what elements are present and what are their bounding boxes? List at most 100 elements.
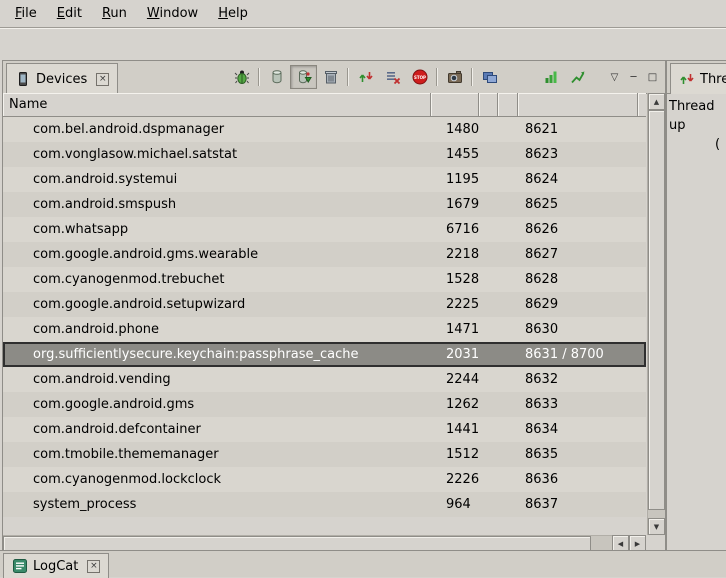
process-name-cell: com.android.smspush [3, 197, 431, 212]
port-cell: 8629 [518, 297, 638, 312]
tab-logcat-label: LogCat [33, 559, 78, 574]
process-name-cell: com.android.phone [3, 322, 431, 337]
view-menu-button[interactable]: ▽ [605, 67, 624, 87]
chevron-down-icon: ▽ [611, 72, 619, 83]
update-threads-button[interactable] [352, 65, 379, 89]
menu-edit[interactable]: Edit [48, 3, 91, 24]
table-row[interactable]: com.google.android.gms 12623 8633 [3, 392, 646, 417]
stop-process-icon: STOP [412, 69, 428, 85]
pid-cell: 1195 [431, 172, 479, 187]
method-profiling-button[interactable] [379, 65, 406, 89]
process-name-cell: com.cyanogenmod.trebuchet [3, 272, 431, 287]
menu-help[interactable]: Help [209, 3, 257, 24]
toolbar-separator [436, 68, 438, 86]
pid-cell: 12623 [431, 397, 479, 412]
pid-cell: 1480 [431, 122, 479, 137]
tab-threads-label: Threa [700, 72, 726, 87]
menu-window[interactable]: Window [138, 3, 207, 24]
allocation-graph-button[interactable] [564, 65, 591, 89]
vertical-scrollbar[interactable]: ▲ ▼ [647, 93, 665, 535]
dump-hprof-button[interactable] [290, 65, 317, 89]
capture-video-button[interactable] [476, 65, 503, 89]
port-cell: 8637 [518, 497, 638, 512]
update-heap-icon [269, 69, 285, 85]
tab-threads[interactable]: Threa [670, 63, 726, 94]
process-name-cell: org.sufficientlysecure.keychain:passphra… [3, 347, 431, 362]
column-header-name-label: Name [9, 97, 47, 112]
column-header-name[interactable]: Name [3, 93, 431, 117]
port-cell: 8624 [518, 172, 638, 187]
pid-cell: 6716 [431, 222, 479, 237]
menu-file[interactable]: File [6, 3, 46, 24]
port-cell: 8626 [518, 222, 638, 237]
close-icon[interactable]: × [87, 560, 100, 573]
logcat-bar: LogCat × [0, 550, 726, 577]
process-name-cell: com.cyanogenmod.lockclock [3, 472, 431, 487]
table-row[interactable]: com.android.phone 1471 8630 [3, 317, 646, 342]
menu-run[interactable]: Run [93, 3, 136, 24]
port-cell: 8632 [518, 372, 638, 387]
toolbar-separator [258, 68, 260, 86]
table-row[interactable]: com.android.vending 22440 8632 [3, 367, 646, 392]
table-row[interactable]: com.cyanogenmod.lockclock 22265 8636 [3, 467, 646, 492]
tab-devices[interactable]: Devices × [6, 63, 118, 94]
heap-bars-icon [543, 69, 559, 85]
table-row[interactable]: com.android.systemui 1195 8624 [3, 167, 646, 192]
threads-icon [679, 71, 695, 87]
table-row[interactable]: com.cyanogenmod.trebuchet 1528 8628 [3, 267, 646, 292]
column-header-2[interactable] [498, 93, 518, 117]
screen-capture-button[interactable] [441, 65, 468, 89]
table-row[interactable]: system_process 964 8637 [3, 492, 646, 517]
toolbar-separator [347, 68, 349, 86]
port-cell: 8635 [518, 447, 638, 462]
svg-text:STOP: STOP [414, 75, 426, 80]
devices-tabbar: Devices × [3, 61, 665, 94]
devices-view: Devices × [2, 60, 666, 553]
stop-process-button[interactable]: STOP [406, 65, 433, 89]
port-cell: 8628 [518, 272, 638, 287]
table-row[interactable]: com.tmobile.thememanager 1512 8635 [3, 442, 646, 467]
column-header-port[interactable] [518, 93, 638, 117]
table-row[interactable]: com.android.smspush 1679 8625 [3, 192, 646, 217]
vertical-scrollbar-thumb[interactable] [648, 110, 665, 510]
maximize-button[interactable]: □ [643, 67, 662, 87]
pid-cell: 1512 [431, 447, 479, 462]
screen-capture-icon [447, 69, 463, 85]
update-heap-button[interactable] [263, 65, 290, 89]
pid-cell: 1528 [431, 272, 479, 287]
logcat-icon [12, 558, 28, 574]
column-header-1[interactable] [479, 93, 498, 117]
port-cell: 8627 [518, 247, 638, 262]
table-row[interactable]: com.google.android.setupwizard 22250 862… [3, 292, 646, 317]
debug-icon [234, 69, 250, 85]
threads-tabbar: Threa [667, 61, 726, 94]
minimize-button[interactable]: ─ [624, 67, 643, 87]
close-icon[interactable]: × [96, 73, 109, 86]
table-row[interactable]: com.android.defcontainer 14411 8634 [3, 417, 646, 442]
table-row[interactable]: com.bel.android.dspmanager 1480 8621 [3, 117, 646, 142]
cause-gc-button[interactable] [317, 65, 344, 89]
pid-cell: 22185 [431, 247, 479, 262]
table-row[interactable]: org.sufficientlysecure.keychain:passphra… [3, 342, 646, 367]
pid-cell: 22250 [431, 297, 479, 312]
tab-logcat[interactable]: LogCat × [3, 553, 109, 578]
process-name-cell: system_process [3, 497, 431, 512]
heap-bars-button[interactable] [537, 65, 564, 89]
dump-hprof-icon [296, 69, 312, 85]
debug-process-button[interactable] [228, 65, 255, 89]
allocation-graph-icon [570, 69, 586, 85]
table-row[interactable]: com.google.android.gms.wearable 22185 86… [3, 242, 646, 267]
pid-cell: 964 [431, 497, 479, 512]
column-header-pid[interactable] [431, 93, 479, 117]
pid-cell: 20311 [431, 347, 479, 362]
pid-cell: 14553 [431, 147, 479, 162]
table-row[interactable]: com.whatsapp 6716 8626 [3, 217, 646, 242]
pid-cell: 1471 [431, 322, 479, 337]
threads-message: Thread up ( [669, 97, 726, 154]
device-table-header: Name [3, 93, 646, 117]
port-cell: 8623 [518, 147, 638, 162]
scroll-down-button[interactable]: ▼ [648, 518, 665, 535]
scroll-up-button[interactable]: ▲ [648, 93, 665, 110]
table-row[interactable]: com.vonglasow.michael.satstat 14553 8623 [3, 142, 646, 167]
port-cell: 8633 [518, 397, 638, 412]
